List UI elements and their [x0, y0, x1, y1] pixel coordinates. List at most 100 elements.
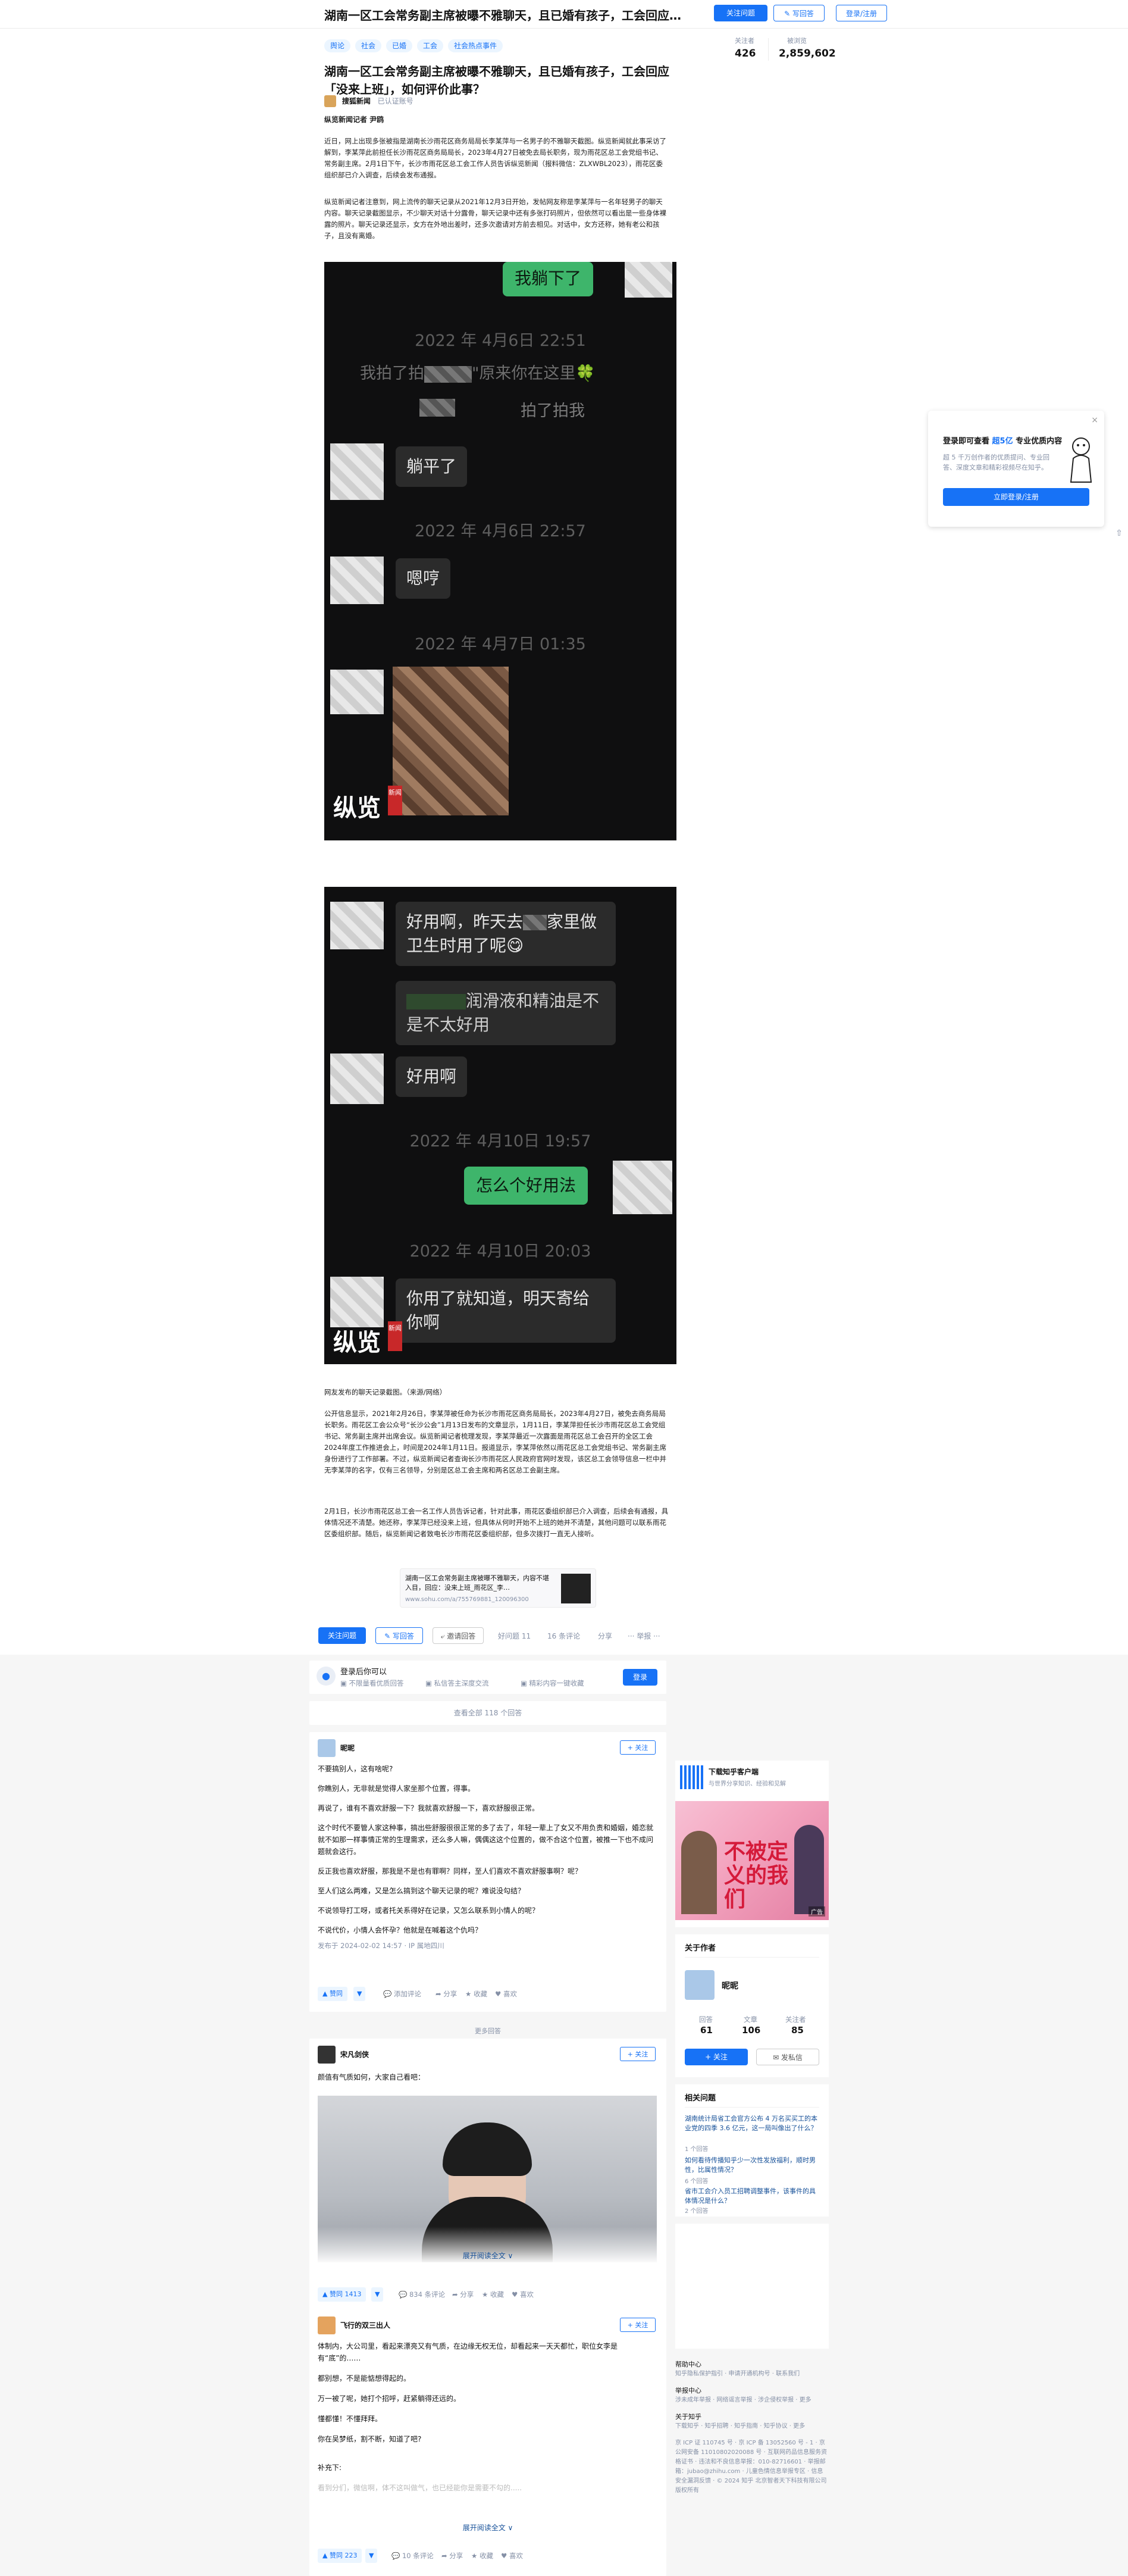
avatar[interactable] [318, 1739, 336, 1757]
about-links[interactable]: 下载知乎 · 知乎招聘 · 知乎指南 · 知乎协议 · 更多 [675, 2422, 829, 2431]
topic-tag[interactable]: 工会 [417, 39, 444, 52]
chat-timestamp: 2022 年 4月6日 22:51 [415, 332, 586, 350]
follow-author-button[interactable]: + 关注 [620, 1740, 656, 1755]
answer-author-name[interactable]: 宋凡剑侠 [340, 2049, 369, 2059]
advertisement-banner[interactable]: 不被定义的我们 广告 [675, 1801, 829, 1920]
follow-author-button[interactable]: + 关注 [620, 2318, 656, 2332]
share-button[interactable]: ➦ 分享 [435, 1989, 457, 1999]
login-prompt-title: 登录后你可以 [340, 1668, 387, 1677]
follow-author-button[interactable]: + 关注 [620, 2047, 656, 2061]
followers-label: 关注者 [735, 37, 754, 45]
comments-button[interactable]: 16 条评论 [547, 1631, 580, 1641]
question-stats: 关注者 426 被浏览 2,859,602 [723, 35, 836, 64]
followers-stat[interactable]: 85 [791, 2025, 804, 2036]
followers-stat-label: 关注者 [785, 2015, 806, 2024]
chat-system-message: 我拍了拍 "原来你在这里🍀 [360, 360, 669, 383]
avatar[interactable] [685, 1970, 715, 2000]
chat-screenshot-image[interactable]: 好用啊，昨天去 家里做卫生时用了呢😋 润滑液和精油是不是不太好用 好用啊 2022… [324, 887, 676, 1364]
chat-screenshot-image[interactable]: 我躺下了 2022 年 4月6日 22:51 我拍了拍 "原来你在这里🍀 拍了拍我… [324, 262, 676, 840]
about-zhihu-title: 关于知乎 [675, 2413, 701, 2421]
watermark-logo: 纵览 [333, 794, 381, 822]
popup-login-button[interactable]: 立即登录/注册 [943, 488, 1089, 506]
chat-bubble-left: 嗯哼 [396, 558, 451, 599]
close-icon[interactable]: × [1091, 415, 1098, 425]
app-download-title[interactable]: 下载知乎客户端 [709, 1767, 759, 1777]
answer-meta[interactable]: 发布于 2024-02-02 14:57 · IP 属地四川 [318, 1940, 657, 1952]
view-all-answers-link[interactable]: 查看全部 118 个回答 [309, 1701, 666, 1725]
collect-button[interactable]: ★ 收藏 [471, 2551, 493, 2561]
comment-button[interactable]: 💬 添加评论 [383, 1989, 421, 1999]
login-popup: × 登录即可查看 超5亿 专业优质内容 超 5 千万创作者的优质提问、专业回答、… [928, 411, 1104, 527]
answer-text: 颜值有气质如何，大家自己看吧： [318, 2073, 425, 2081]
expand-answer-button[interactable]: 展开阅读全文 ∨ [309, 2250, 666, 2261]
answer-text: 不要搞别人，这有啥呢? 你瞧别人，无非就是觉得人家坐那个位置，得事。 再说了，谁… [318, 1763, 657, 1952]
answer-author: 搜狐新闻 已认证账号 [324, 95, 413, 108]
message-author-button[interactable]: ✉ 发私信 [756, 2049, 819, 2065]
share-button[interactable]: ➦ 分享 [441, 2551, 463, 2561]
avatar[interactable] [318, 2046, 336, 2064]
article-paragraph: 近日，网上出现多张被指是湖南长沙雨花区商务局局长李某萍与一名男子的不雅聊天截图。… [324, 137, 666, 179]
answer-paragraph: 万一被了呢，她打个招呼，赶紧躺得还远的。 [318, 2394, 461, 2403]
topic-tag[interactable]: 社会热点事件 [448, 39, 503, 52]
downvote-button[interactable]: ▼ [371, 2287, 384, 2302]
follow-question-button[interactable]: 关注问题 [318, 1627, 366, 1644]
login-prompt-bar: ● 登录后你可以 ▣ 不限量看优质回答 ▣ 私信答主深度交流 ▣ 精彩内容一键收… [309, 1661, 666, 1694]
share-button[interactable]: 分享 [598, 1631, 612, 1641]
source-link-card[interactable]: 湖南一区工会常务副主席被曝不雅聊天，内容不堪入目，回应：没来上班_雨花区_李… … [400, 1568, 596, 1608]
like-button[interactable]: ♥ 喜欢 [495, 1989, 517, 1999]
answer-author-name[interactable]: 飞行的双三出人 [340, 2320, 390, 2330]
upvote-button[interactable]: ▲ 赞同 1413 [318, 2287, 366, 2302]
answer-photo[interactable] [318, 2096, 657, 2262]
topic-tag[interactable]: 社会 [355, 39, 382, 52]
collect-button[interactable]: ★ 收藏 [482, 2290, 504, 2299]
about-author-name[interactable]: 昵昵 [722, 1980, 738, 1992]
back-to-top-icon[interactable]: ⇧ [1114, 529, 1124, 538]
collect-button[interactable]: ★ 收藏 [465, 1989, 487, 1999]
report-links[interactable]: 涉未成年举报 · 网络谣言举报 · 涉企侵权举报 · 更多 [675, 2396, 829, 2405]
share-button[interactable]: ➦ 分享 [452, 2290, 474, 2299]
downvote-button[interactable]: ▼ [353, 1987, 366, 2001]
answer-paragraph: 不说领导打工呀，或者托关系得好在记录，又怎么联系到小情人的呢？ [318, 1906, 540, 1915]
downvote-button[interactable]: ▼ [365, 2549, 378, 2563]
topic-tag[interactable]: 已婚 [386, 39, 413, 52]
chat-text: 好用啊，昨天去 [406, 912, 524, 931]
expand-answer-button[interactable]: 展开阅读全文 ∨ [309, 2522, 666, 2533]
mascot-illustration [1066, 434, 1096, 488]
header-question-title: 湖南一区工会常务副主席被曝不雅聊天，且已婚有孩子，工会回应… [324, 8, 681, 23]
like-button[interactable]: ♥ 喜欢 [501, 2551, 523, 2561]
topic-tag[interactable]: 舆论 [324, 39, 351, 52]
articles-stat[interactable]: 106 [742, 2025, 760, 2036]
write-answer-button[interactable]: ✎ 写回答 [773, 5, 825, 21]
write-answer-button[interactable]: ✎ 写回答 [375, 1627, 423, 1644]
legal-text: 京 ICP 证 110745 号 · 京 ICP 备 13052560 号 - … [675, 2440, 827, 2494]
related-question-link[interactable]: 湖南统计局省工会官方公布 4 万名买买工的本业党的四季 3.6 亿元，这一局叫像… [685, 2114, 819, 2133]
follow-author-button[interactable]: + 关注 [685, 2049, 748, 2065]
good-question-button[interactable]: 好问题 11 [498, 1631, 531, 1641]
articles-stat-label: 文章 [744, 2015, 757, 2024]
related-question-link[interactable]: 省市工会介入员工招聘调整事件，该事件的具体情况是什么？ [685, 2187, 819, 2206]
author-name[interactable]: 搜狐新闻 [342, 97, 371, 105]
login-button[interactable]: 登录 [623, 1669, 657, 1686]
answer-author-name[interactable]: 昵昵 [340, 1743, 355, 1753]
upvote-button[interactable]: ▲ 赞同 223 [318, 2549, 362, 2563]
blurred-avatar [330, 1277, 384, 1327]
login-button[interactable]: 登录/注册 [836, 5, 887, 21]
more-button[interactable]: ··· 举报 ··· [628, 1631, 660, 1641]
comment-button[interactable]: 💬 834 条评论 [399, 2290, 445, 2299]
divider [685, 2107, 819, 2108]
answers-stat[interactable]: 61 [700, 2025, 713, 2036]
like-button[interactable]: ♥ 喜欢 [512, 2290, 534, 2299]
blurred-name [424, 365, 472, 383]
comment-button[interactable]: 💬 10 条评论 [391, 2551, 434, 2561]
upvote-button[interactable]: ▲ 赞同 [318, 1987, 347, 2001]
blurred-name [523, 915, 547, 930]
invite-answer-button[interactable]: ⤶ 邀请回答 [433, 1627, 484, 1644]
views-label: 被浏览 [787, 37, 807, 45]
chat-bubble-left: 你用了就知道，明天寄给你啊 [396, 1278, 616, 1343]
related-question-link[interactable]: 如何看待传播知乎少一次性发放福利，顺时男性，比属性情况？ [685, 2156, 819, 2175]
avatar[interactable] [318, 2316, 336, 2334]
comment-label: 834 条评论 [409, 2290, 446, 2299]
follow-question-button[interactable]: 关注问题 [714, 5, 767, 21]
help-links[interactable]: 知乎隐私保护指引 · 申请开通机构号 · 联系我们 [675, 2369, 829, 2379]
avatar[interactable] [324, 95, 336, 107]
